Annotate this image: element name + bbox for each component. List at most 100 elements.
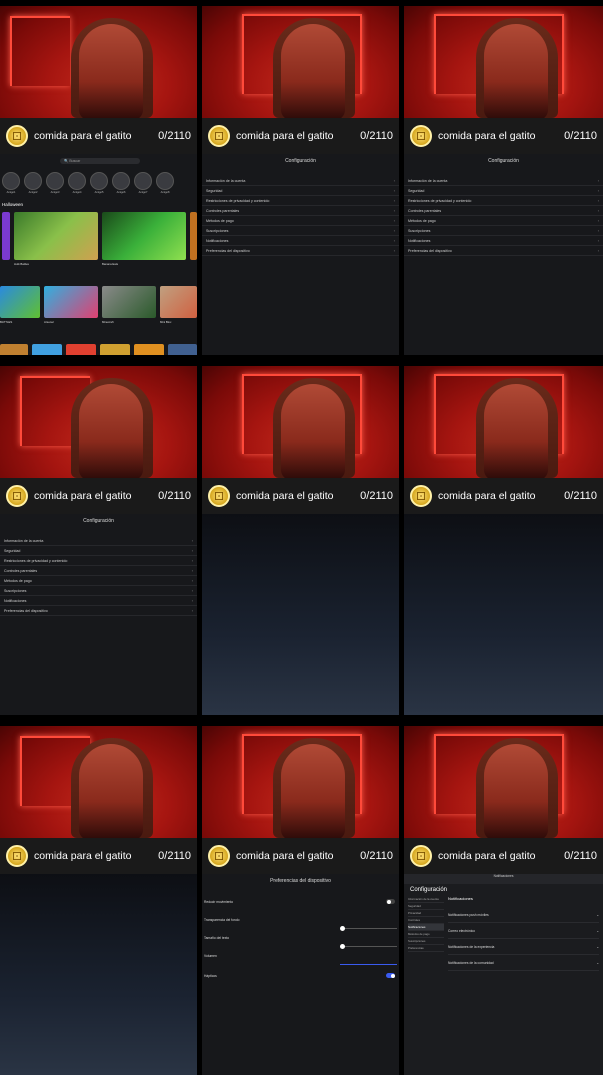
- menu-item-privacy[interactable]: Restricciones de privacidad y contenido ›: [404, 196, 603, 206]
- friend-avatar[interactable]: Amigo8: [156, 172, 174, 194]
- game-tile[interactable]: [14, 212, 98, 260]
- game-tile[interactable]: [160, 286, 197, 318]
- menu-item-parental[interactable]: Controles parentales ›: [202, 206, 399, 216]
- menu-item-subscriptions[interactable]: Suscripciones ›: [0, 586, 197, 596]
- menu-item-device[interactable]: Preferencias del dispositivo ›: [404, 246, 603, 256]
- menu-item-security[interactable]: Seguridad ›: [404, 186, 603, 196]
- game-tile[interactable]: [190, 212, 197, 260]
- reduce-motion-toggle[interactable]: [386, 899, 395, 904]
- volume-slider[interactable]: [340, 964, 397, 965]
- chevron-down-icon: ⌄: [596, 944, 599, 949]
- goal-title: comida para el gatito: [34, 130, 132, 142]
- game-label: Hulk Battles: [14, 262, 29, 266]
- game-label: Mini Blox: [160, 320, 172, 324]
- side-item[interactable]: Seguridad: [408, 903, 444, 910]
- notifications-sidebar: Información de la cuenta Seguridad Priva…: [408, 896, 444, 952]
- cell-3: ⚀ comida para el gatito 0/2110 Configura…: [404, 6, 603, 355]
- goal-title: comida para el gatito: [34, 850, 132, 862]
- game-label: BATTLES: [0, 320, 13, 324]
- side-item[interactable]: Preferencias: [408, 945, 444, 952]
- menu-item-account[interactable]: Información de la cuenta ›: [0, 536, 197, 546]
- notif-row-push[interactable]: Notificaciones push móviles ⌄: [448, 907, 599, 923]
- menu-item-device[interactable]: Preferencias del dispositivo ›: [0, 606, 197, 616]
- game-tile[interactable]: [168, 344, 197, 355]
- side-item[interactable]: Privacidad: [408, 910, 444, 917]
- search-input[interactable]: 🔍 Buscar: [60, 158, 140, 164]
- transparency-slider[interactable]: [340, 926, 397, 931]
- text-size-slider[interactable]: [340, 944, 397, 949]
- goal-count: 0/2110: [360, 130, 393, 142]
- friend-avatar[interactable]: Amigo2: [24, 172, 42, 194]
- game-tile[interactable]: [32, 344, 62, 355]
- notif-row-email[interactable]: Correo electrónico ⌄: [448, 923, 599, 939]
- camera-feed: [0, 6, 197, 118]
- menu-item-privacy[interactable]: Restricciones de privacidad y contenido ›: [202, 196, 399, 206]
- camera-feed: [404, 726, 603, 838]
- menu-item-payment[interactable]: Métodos de pago ›: [202, 216, 399, 226]
- chevron-down-icon: ⌄: [596, 912, 599, 917]
- settings-menu: Información de la cuenta › Seguridad › Res…: [0, 536, 197, 616]
- camera-feed: [0, 726, 197, 838]
- side-item[interactable]: Suscripciones: [408, 938, 444, 945]
- notif-row-community[interactable]: Notificaciones de la comunidad ⌄: [448, 955, 599, 971]
- menu-item-parental[interactable]: Controles parentales ›: [0, 566, 197, 576]
- medal-icon: ⚀: [208, 845, 230, 867]
- section-title: Halloween: [2, 202, 24, 207]
- menu-item-payment[interactable]: Métodos de pago ›: [404, 216, 603, 226]
- game-tile[interactable]: [0, 286, 40, 318]
- menu-item-subscriptions[interactable]: Suscripciones ›: [404, 226, 603, 236]
- cell-2: ⚀ comida para el gatito 0/2110 Configura…: [202, 6, 399, 355]
- game-tile[interactable]: [102, 286, 156, 318]
- settings-menu: Información de la cuenta › Seguridad › Res…: [404, 176, 603, 256]
- donation-goal-bar: ⚀ comida para el gatito 0/2110: [404, 838, 603, 874]
- loading-screen: [404, 514, 603, 715]
- menu-item-subscriptions[interactable]: Suscripciones ›: [202, 226, 399, 236]
- side-item[interactable]: Información de la cuenta: [408, 896, 444, 903]
- goal-count: 0/2110: [564, 850, 597, 862]
- game-tile[interactable]: [2, 212, 10, 260]
- notifications-main: Notificaciones Notificaciones push móvil…: [448, 896, 599, 971]
- friend-avatar[interactable]: Amigo4: [68, 172, 86, 194]
- game-tile[interactable]: [100, 344, 130, 355]
- menu-item-notifications[interactable]: Notificaciones ›: [202, 236, 399, 246]
- goal-title: comida para el gatito: [236, 850, 334, 862]
- haptics-toggle[interactable]: [386, 973, 395, 978]
- friend-avatar[interactable]: Amigo3: [46, 172, 64, 194]
- goal-title: comida para el gatito: [438, 130, 536, 142]
- goal-count: 0/2110: [158, 850, 191, 862]
- side-item[interactable]: Controles: [408, 917, 444, 924]
- menu-item-privacy[interactable]: Restricciones de privacidad y contenido ›: [0, 556, 197, 566]
- side-item-active[interactable]: Notificaciones: [408, 924, 444, 931]
- menu-item-parental[interactable]: Controles parentales ›: [404, 206, 603, 216]
- game-tile[interactable]: [0, 344, 28, 355]
- donation-goal-bar: ⚀ comida para el gatito 0/2110: [0, 118, 197, 154]
- menu-item-security[interactable]: Seguridad ›: [202, 186, 399, 196]
- camera-feed: [202, 366, 399, 478]
- loading-screen: [202, 514, 399, 715]
- menu-item-notifications[interactable]: Notificaciones ›: [0, 596, 197, 606]
- game-tile[interactable]: [102, 212, 186, 260]
- side-item[interactable]: Métodos de pago: [408, 931, 444, 938]
- game-tile[interactable]: [44, 286, 98, 318]
- menu-item-payment[interactable]: Métodos de pago ›: [0, 576, 197, 586]
- friend-avatar[interactable]: Amigo7: [134, 172, 152, 194]
- cell-4: ⚀ comida para el gatito 0/2110 Configura…: [0, 366, 197, 715]
- menu-item-account[interactable]: Información de la cuenta ›: [202, 176, 399, 186]
- menu-item-account[interactable]: Información de la cuenta ›: [404, 176, 603, 186]
- notifications-header: Notificaciones: [404, 874, 603, 884]
- menu-item-device[interactable]: Preferencias del dispositivo ›: [202, 246, 399, 256]
- medal-icon: ⚀: [208, 125, 230, 147]
- friend-avatar[interactable]: Amigo1: [2, 172, 20, 194]
- game-tile[interactable]: [66, 344, 96, 355]
- menu-item-notifications[interactable]: Notificaciones ›: [404, 236, 603, 246]
- game-tile[interactable]: [134, 344, 164, 355]
- friend-avatar[interactable]: Amigo6: [112, 172, 130, 194]
- donation-goal-bar: ⚀ comida para el gatito 0/2110: [404, 478, 603, 514]
- menu-item-security[interactable]: Seguridad ›: [0, 546, 197, 556]
- friend-avatar[interactable]: Amigo5: [90, 172, 108, 194]
- camera-feed: [0, 366, 197, 478]
- cell-9: ⚀ comida para el gatito 0/2110 Notificac…: [404, 726, 603, 1075]
- pref-haptics: Hápticos: [204, 973, 397, 978]
- medal-icon: ⚀: [6, 485, 28, 507]
- notif-row-experience[interactable]: Notificaciones de la experiencia ⌄: [448, 939, 599, 955]
